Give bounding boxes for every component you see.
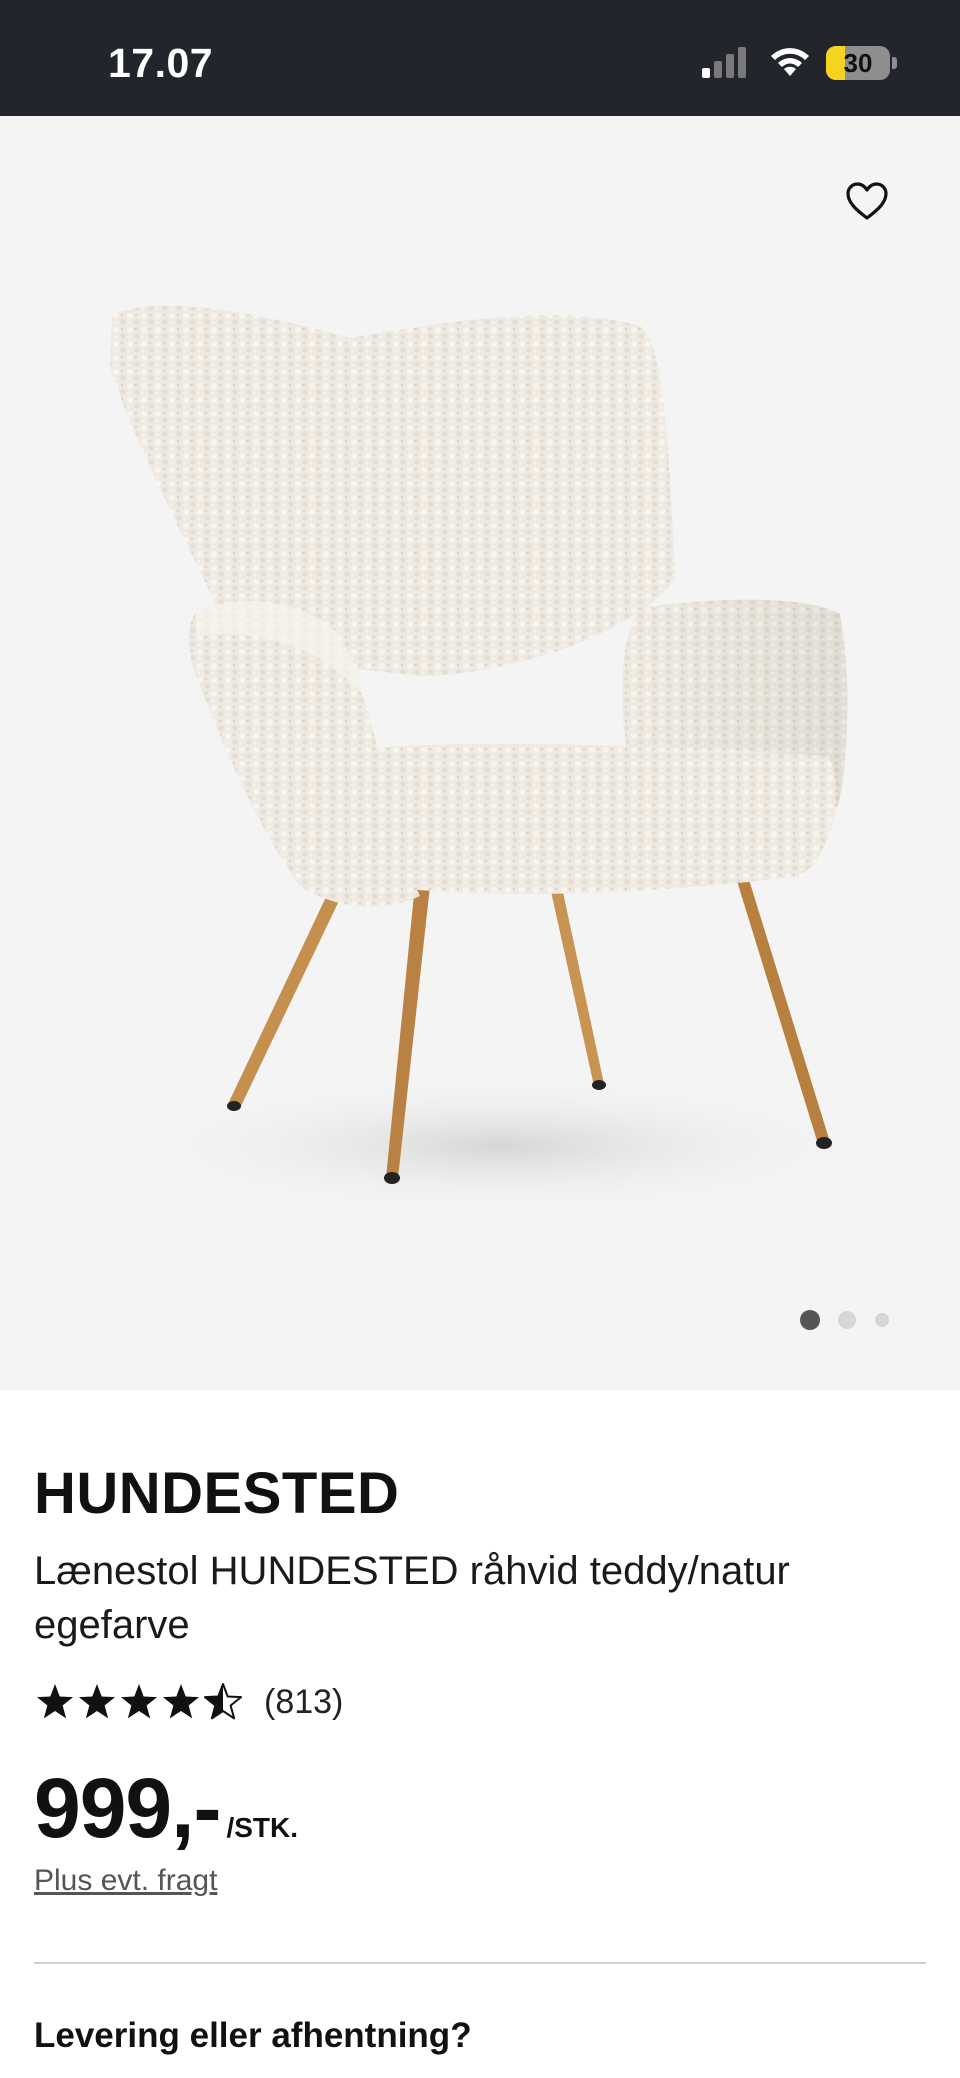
shipping-note-link[interactable]: Plus evt. fragt (34, 1864, 217, 1898)
status-bar: 17.07 30 (0, 0, 960, 116)
star-icon (120, 1684, 158, 1719)
price-unit: /STK. (226, 1812, 299, 1843)
product-description: Lænestol HUNDESTED råhvid teddy/natur eg… (34, 1549, 790, 1647)
battery-body: 30 (826, 46, 890, 80)
price: 999,- (34, 1761, 221, 1855)
pagination-dot[interactable] (800, 1310, 820, 1330)
favorite-button[interactable] (838, 172, 896, 230)
star-icon (36, 1684, 74, 1719)
wifi-icon (771, 48, 809, 76)
star-rating (36, 1683, 243, 1720)
heart-icon (846, 182, 888, 220)
price-row: 999,- /STK. (34, 1760, 298, 1857)
battery-tip (892, 57, 897, 69)
star-icon (78, 1684, 116, 1719)
divider (34, 1962, 926, 1964)
star-icon (203, 1683, 243, 1720)
star-icon (162, 1684, 200, 1719)
gallery-pagination (800, 1308, 910, 1332)
battery-level: 30 (843, 48, 873, 78)
rating-summary[interactable]: (813) (34, 1676, 343, 1728)
signal-icon (702, 47, 746, 78)
status-time: 17.07 (108, 40, 214, 86)
review-count: (813) (264, 1682, 344, 1721)
product-image-gallery[interactable] (0, 116, 960, 1390)
delivery-heading[interactable]: Levering eller afhentning? (34, 2016, 472, 2056)
pagination-dot[interactable] (838, 1311, 856, 1329)
chair-photo (110, 305, 880, 1216)
pagination-dot[interactable] (875, 1313, 889, 1327)
product-name: HUNDESTED (34, 1461, 400, 1526)
battery-icon: 30 (826, 46, 898, 80)
